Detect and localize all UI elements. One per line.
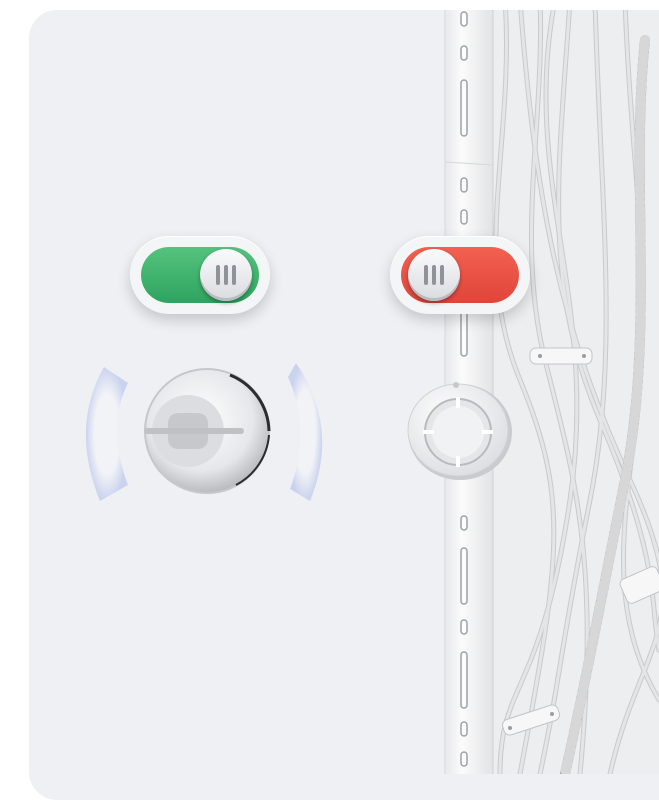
grip-line <box>216 265 220 285</box>
sensor-active-icon <box>144 368 271 494</box>
sensor-mounted-icon <box>407 382 512 480</box>
active-sensor[interactable] <box>70 355 350 515</box>
grip-line <box>424 265 428 285</box>
grip-line <box>224 265 228 285</box>
grip-line <box>232 265 236 285</box>
mounted-sensor[interactable] <box>404 380 516 484</box>
grip-line <box>432 265 436 285</box>
toggle-knob[interactable] <box>200 249 252 301</box>
signal-wave-right-icon <box>288 363 323 501</box>
toggle-on-switch[interactable] <box>130 236 270 314</box>
grip-line <box>440 265 444 285</box>
toggle-knob[interactable] <box>408 249 460 301</box>
signal-wave-left-icon <box>85 367 128 501</box>
toggle-off-switch[interactable] <box>390 236 530 314</box>
